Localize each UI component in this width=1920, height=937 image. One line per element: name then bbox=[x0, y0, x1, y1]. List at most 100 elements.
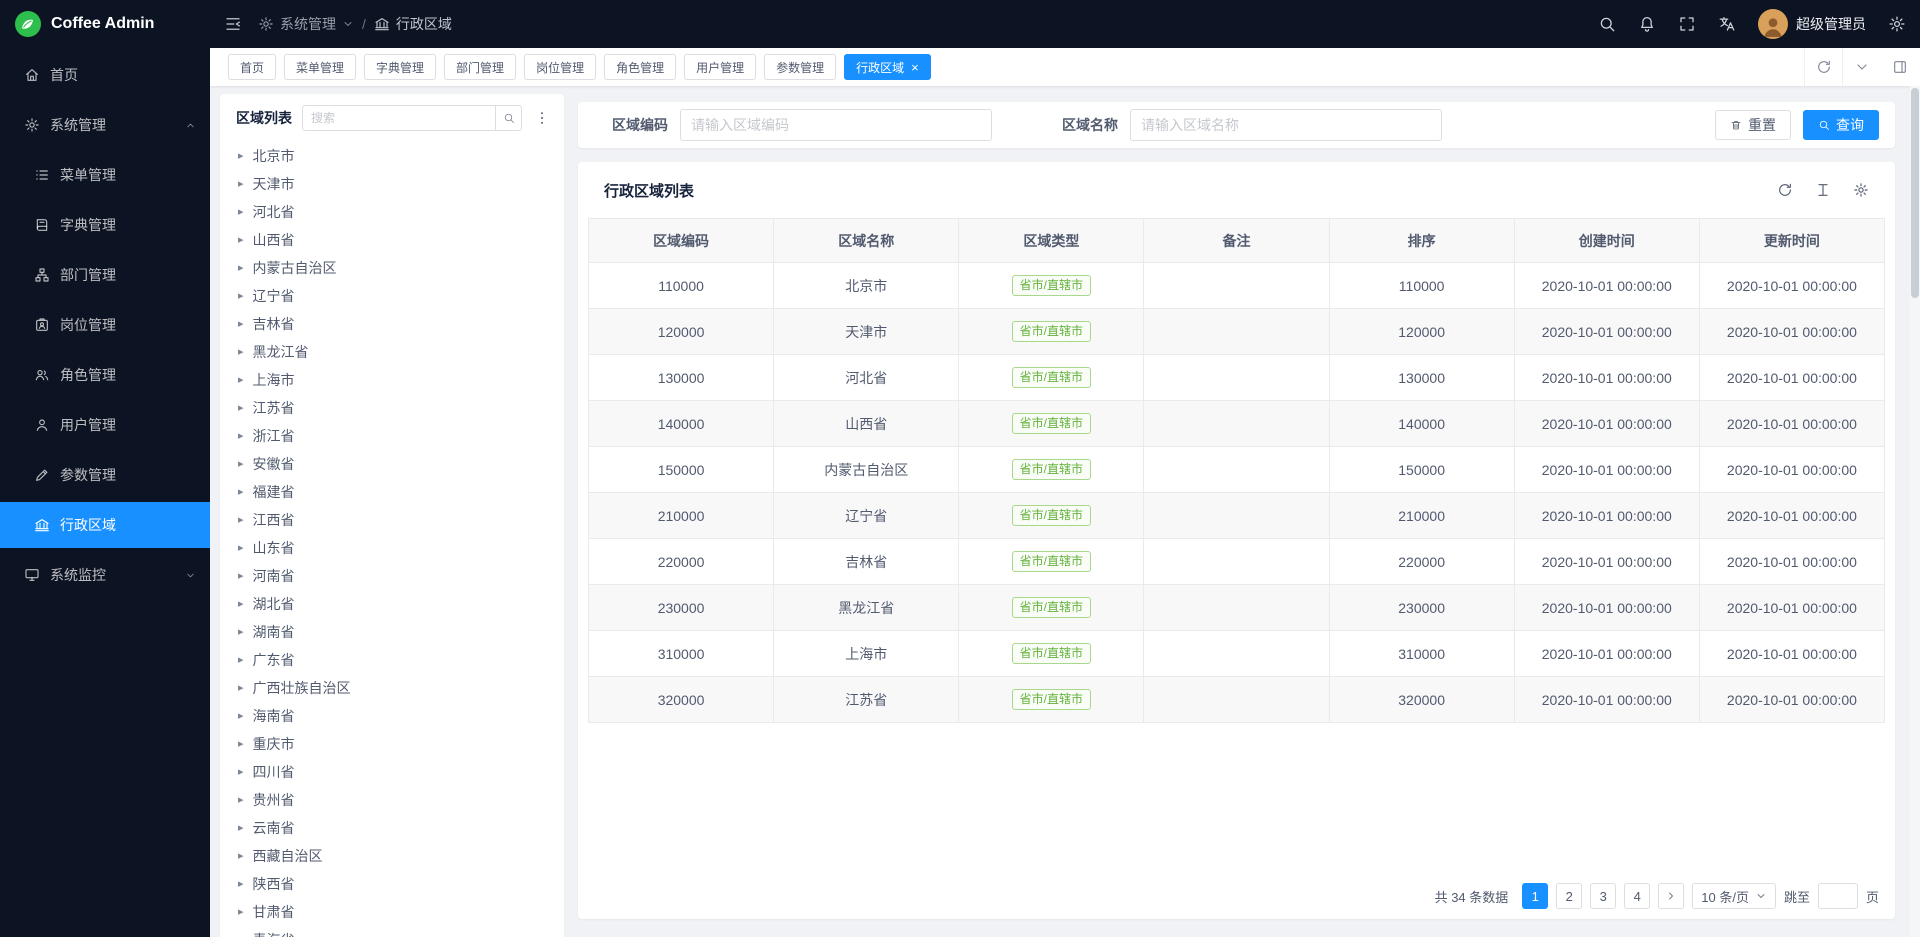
tab[interactable]: 参数管理 bbox=[764, 54, 836, 80]
region-code-input[interactable] bbox=[680, 109, 992, 141]
caret-right-icon[interactable]: ▸ bbox=[238, 739, 244, 750]
tree-item[interactable]: ▸ 湖北省 bbox=[230, 590, 564, 618]
sidebar-item-admin-region[interactable]: 行政区域 bbox=[0, 502, 210, 548]
sidebar-item-department-management[interactable]: 部门管理 bbox=[0, 252, 210, 298]
caret-right-icon[interactable]: ▸ bbox=[238, 347, 244, 358]
sidebar-item-parameter-management[interactable]: 参数管理 bbox=[0, 452, 210, 498]
search-button[interactable]: 查询 bbox=[1803, 110, 1879, 140]
page-button-1[interactable]: 1 bbox=[1522, 883, 1548, 909]
sidebar-item-post-management[interactable]: 岗位管理 bbox=[0, 302, 210, 348]
menu-fold-icon[interactable] bbox=[224, 15, 242, 33]
tab[interactable]: 菜单管理 bbox=[284, 54, 356, 80]
caret-right-icon[interactable]: ▸ bbox=[238, 655, 244, 666]
table-settings-gear-icon[interactable] bbox=[1853, 182, 1869, 198]
tree-item[interactable]: ▸ 北京市 bbox=[230, 142, 564, 170]
sidebar-item-system-management[interactable]: 系统管理 bbox=[0, 102, 210, 148]
tree-item[interactable]: ▸ 广东省 bbox=[230, 646, 564, 674]
caret-right-icon[interactable]: ▸ bbox=[238, 319, 244, 330]
tree-item[interactable]: ▸ 西藏自治区 bbox=[230, 842, 564, 870]
tree-item[interactable]: ▸ 广西壮族自治区 bbox=[230, 674, 564, 702]
caret-right-icon[interactable]: ▸ bbox=[238, 627, 244, 638]
region-name-input[interactable] bbox=[1130, 109, 1442, 141]
fullscreen-icon[interactable] bbox=[1678, 15, 1696, 33]
tree-search-input[interactable] bbox=[302, 105, 495, 131]
page-button-4[interactable]: 4 bbox=[1624, 883, 1650, 909]
caret-right-icon[interactable]: ▸ bbox=[238, 151, 244, 162]
caret-right-icon[interactable]: ▸ bbox=[238, 459, 244, 470]
caret-right-icon[interactable]: ▸ bbox=[238, 235, 244, 246]
reset-button[interactable]: 重置 bbox=[1715, 110, 1791, 140]
tree-item[interactable]: ▸ 陕西省 bbox=[230, 870, 564, 898]
tree-item[interactable]: ▸ 青海省 bbox=[230, 926, 564, 937]
tree-search-icon[interactable] bbox=[495, 105, 522, 131]
notification-bell-icon[interactable] bbox=[1638, 15, 1656, 33]
caret-right-icon[interactable]: ▸ bbox=[238, 795, 244, 806]
caret-right-icon[interactable]: ▸ bbox=[238, 291, 244, 302]
tree-item[interactable]: ▸ 河南省 bbox=[230, 562, 564, 590]
refresh-icon[interactable] bbox=[1777, 182, 1793, 198]
tree-item[interactable]: ▸ 福建省 bbox=[230, 478, 564, 506]
caret-right-icon[interactable]: ▸ bbox=[238, 851, 244, 862]
tab[interactable]: 用户管理 bbox=[684, 54, 756, 80]
tree-item[interactable]: ▸ 山西省 bbox=[230, 226, 564, 254]
caret-right-icon[interactable]: ▸ bbox=[238, 487, 244, 498]
caret-right-icon[interactable]: ▸ bbox=[238, 767, 244, 778]
page-button-3[interactable]: 3 bbox=[1590, 883, 1616, 909]
tree-item[interactable]: ▸ 海南省 bbox=[230, 702, 564, 730]
sidebar-item-home[interactable]: 首页 bbox=[0, 52, 210, 98]
caret-right-icon[interactable]: ▸ bbox=[238, 263, 244, 274]
caret-right-icon[interactable]: ▸ bbox=[238, 207, 244, 218]
user-menu[interactable]: 超级管理员 bbox=[1758, 9, 1866, 39]
refresh-icon[interactable] bbox=[1804, 48, 1842, 86]
caret-right-icon[interactable]: ▸ bbox=[238, 375, 244, 386]
sidebar-item-role-management[interactable]: 角色管理 bbox=[0, 352, 210, 398]
tree-item[interactable]: ▸ 内蒙古自治区 bbox=[230, 254, 564, 282]
tree-item[interactable]: ▸ 安徽省 bbox=[230, 450, 564, 478]
tree-item[interactable]: ▸ 江西省 bbox=[230, 506, 564, 534]
sidebar-item-user-management[interactable]: 用户管理 bbox=[0, 402, 210, 448]
caret-right-icon[interactable]: ▸ bbox=[238, 571, 244, 582]
next-page-button[interactable] bbox=[1658, 883, 1684, 909]
column-width-icon[interactable] bbox=[1815, 182, 1831, 198]
tree-item[interactable]: ▸ 江苏省 bbox=[230, 394, 564, 422]
tab[interactable]: 首页 bbox=[228, 54, 276, 80]
tab-active-admin-region[interactable]: 行政区域 × bbox=[844, 54, 931, 80]
tab[interactable]: 角色管理 bbox=[604, 54, 676, 80]
tree-item[interactable]: ▸ 云南省 bbox=[230, 814, 564, 842]
sidebar-item-dictionary-management[interactable]: 字典管理 bbox=[0, 202, 210, 248]
settings-gear-icon[interactable] bbox=[1888, 15, 1906, 33]
sidebar-item-system-monitor[interactable]: 系统监控 bbox=[0, 552, 210, 598]
caret-right-icon[interactable]: ▸ bbox=[238, 403, 244, 414]
tree-item[interactable]: ▸ 黑龙江省 bbox=[230, 338, 564, 366]
tree-item[interactable]: ▸ 吉林省 bbox=[230, 310, 564, 338]
more-options-dots-icon[interactable] bbox=[532, 110, 552, 126]
tab-menu-chevron-down-icon[interactable] bbox=[1842, 48, 1880, 86]
tab[interactable]: 部门管理 bbox=[444, 54, 516, 80]
tree-item[interactable]: ▸ 四川省 bbox=[230, 758, 564, 786]
caret-right-icon[interactable]: ▸ bbox=[238, 683, 244, 694]
breadcrumb-system-management[interactable]: 系统管理 bbox=[258, 14, 354, 34]
tree-item[interactable]: ▸ 山东省 bbox=[230, 534, 564, 562]
caret-right-icon[interactable]: ▸ bbox=[238, 431, 244, 442]
sidebar-item-menu-management[interactable]: 菜单管理 bbox=[0, 152, 210, 198]
app-logo[interactable]: Coffee Admin bbox=[0, 0, 210, 48]
tree-item[interactable]: ▸ 上海市 bbox=[230, 366, 564, 394]
tree-item[interactable]: ▸ 天津市 bbox=[230, 170, 564, 198]
caret-right-icon[interactable]: ▸ bbox=[238, 515, 244, 526]
caret-right-icon[interactable]: ▸ bbox=[238, 179, 244, 190]
tree-item[interactable]: ▸ 贵州省 bbox=[230, 786, 564, 814]
tree-item[interactable]: ▸ 重庆市 bbox=[230, 730, 564, 758]
tree-item[interactable]: ▸ 浙江省 bbox=[230, 422, 564, 450]
translate-icon[interactable] bbox=[1718, 15, 1736, 33]
tree-item[interactable]: ▸ 湖南省 bbox=[230, 618, 564, 646]
tab[interactable]: 岗位管理 bbox=[524, 54, 596, 80]
tree-item[interactable]: ▸ 辽宁省 bbox=[230, 282, 564, 310]
caret-right-icon[interactable]: ▸ bbox=[238, 823, 244, 834]
scrollbar-thumb[interactable] bbox=[1911, 88, 1919, 298]
jump-page-input[interactable] bbox=[1818, 883, 1858, 909]
search-icon[interactable] bbox=[1598, 15, 1616, 33]
close-icon[interactable]: × bbox=[911, 61, 919, 74]
caret-right-icon[interactable]: ▸ bbox=[238, 907, 244, 918]
tree-item[interactable]: ▸ 甘肃省 bbox=[230, 898, 564, 926]
tab[interactable]: 字典管理 bbox=[364, 54, 436, 80]
